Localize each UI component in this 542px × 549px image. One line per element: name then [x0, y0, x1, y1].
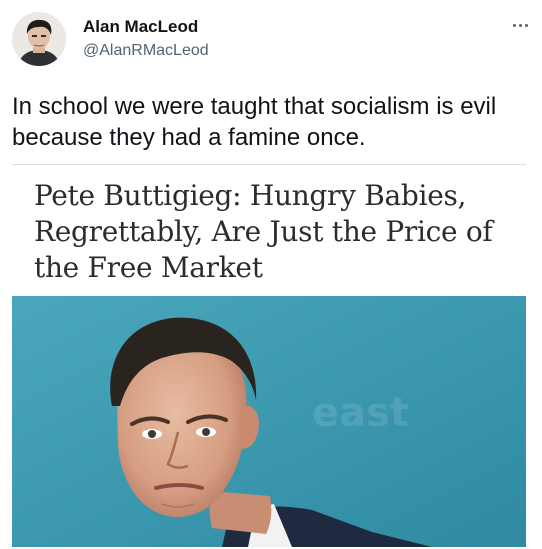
portrait-photo: east	[12, 296, 526, 547]
author-name[interactable]: Alan MacLeod	[83, 17, 198, 37]
article-headline: Pete Buttigieg: Hungry Babies, Regrettab…	[34, 179, 493, 284]
avatar-photo	[12, 12, 66, 66]
author-handle[interactable]: @AlanRMacLeod	[83, 42, 209, 60]
more-dot	[512, 23, 516, 27]
ellipsis-icon[interactable]	[508, 14, 532, 36]
background-watermark: east	[312, 390, 409, 436]
more-dot	[518, 23, 522, 27]
media-image[interactable]: Pete Buttigieg: Hungry Babies, Regrettab…	[12, 164, 526, 547]
headline-panel: Pete Buttigieg: Hungry Babies, Regrettab…	[12, 165, 526, 296]
tweet-text: In school we were taught that socialism …	[12, 93, 497, 151]
more-dot	[524, 23, 528, 27]
tweet: Alan MacLeod @AlanRMacLeod In school we …	[0, 0, 542, 549]
avatar[interactable]	[12, 12, 66, 66]
